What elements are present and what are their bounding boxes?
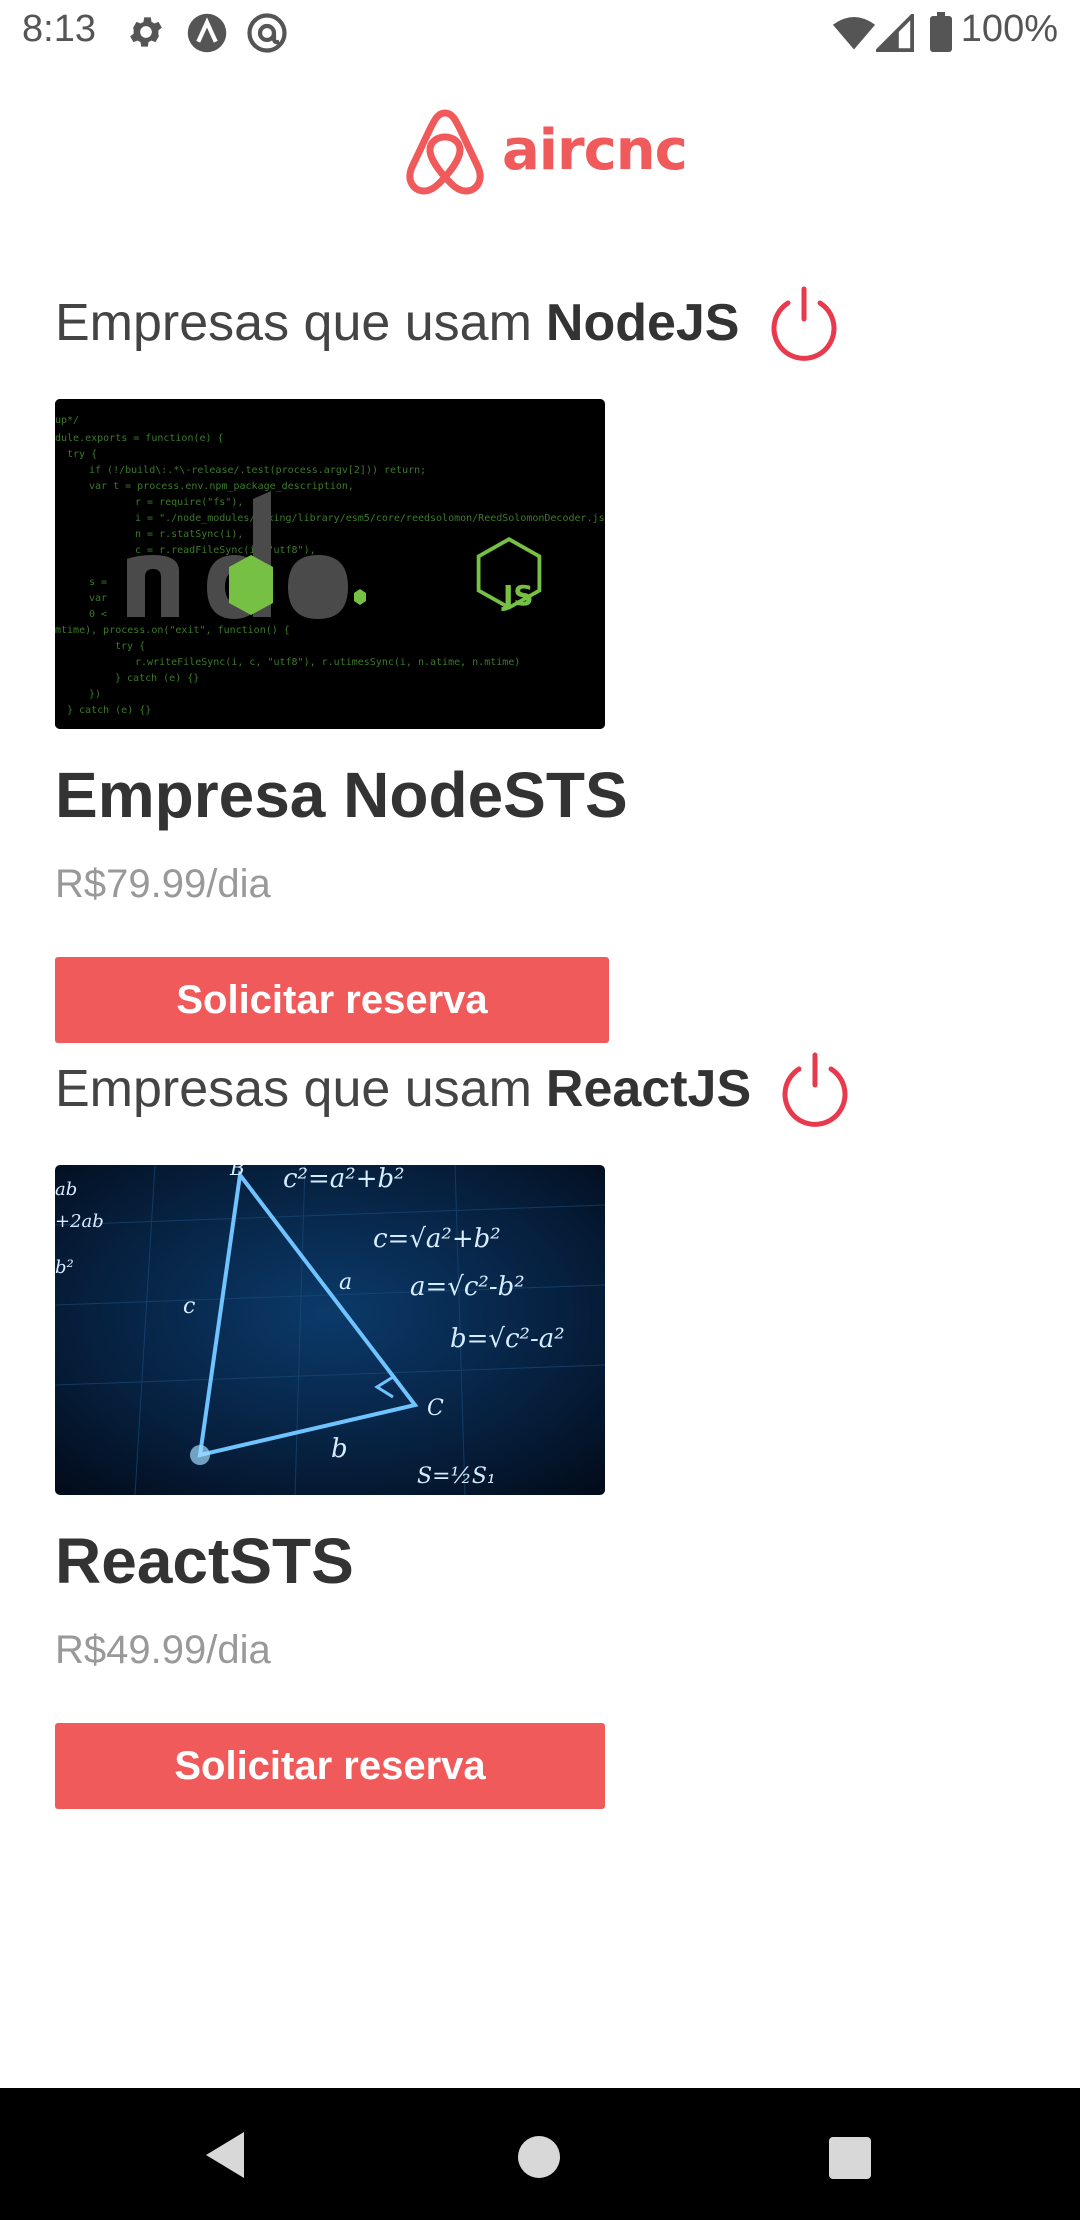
section-reactjs: Empresas que usam ReactJS — [55, 1049, 853, 1129]
power-icon[interactable] — [777, 1051, 853, 1127]
home-icon[interactable] — [518, 2136, 560, 2178]
status-bar: 8:13 100% — [0, 0, 1080, 70]
reserve-button-reactjs[interactable]: Solicitar reserva — [55, 1723, 605, 1809]
svg-text:mtime), process.on("exit", fun: mtime), process.on("exit", function() { — [55, 625, 290, 636]
section-heading-tech: ReactJS — [545, 1060, 752, 1118]
spot-price: R$79.99/dia — [55, 862, 271, 906]
gear-icon — [130, 17, 162, 47]
svg-text:a: a — [339, 1270, 352, 1295]
svg-text:JS: JS — [501, 579, 534, 612]
recents-icon[interactable] — [829, 2137, 871, 2179]
section-heading-prefix: Empresas que usam — [55, 1060, 532, 1118]
spot-price: R$49.99/dia — [55, 1628, 271, 1672]
svg-text:b: b — [331, 1434, 348, 1464]
at-circle-icon — [247, 13, 287, 53]
spot-name: ReactSTS — [55, 1525, 354, 1597]
svg-text:r.writeFileSync(i, c, "utf8"),: r.writeFileSync(i, c, "utf8"), r.utimesS… — [135, 657, 520, 668]
svg-text:if (!/build\:.*\-release/.test: if (!/build\:.*\-release/.test(process.a… — [89, 465, 426, 476]
svg-text:} catch (e) {}: } catch (e) {} — [115, 673, 199, 684]
system-nav-bar — [0, 2088, 1080, 2220]
nodejs-logo-icon: up*/ dule.exports = function(e) { try { … — [55, 399, 605, 729]
svg-text:b=√c²-a²: b=√c²-a² — [450, 1324, 565, 1354]
svg-text:c: c — [183, 1294, 195, 1319]
svg-text:n = r.statSync(i),: n = r.statSync(i), — [135, 529, 243, 540]
svg-text:c²=a²+b²: c²=a²+b² — [283, 1165, 405, 1194]
svg-text:ab: ab — [55, 1179, 77, 1200]
app-logo: aircnc — [402, 105, 688, 195]
svg-text:} catch (e) {}: } catch (e) {} — [67, 705, 151, 716]
svg-text:c=√a²+b²: c=√a²+b² — [373, 1224, 501, 1254]
svg-text:s =: s = — [89, 577, 107, 588]
spot-thumbnail-nodejs[interactable]: up*/ dule.exports = function(e) { try { … — [55, 399, 605, 729]
wifi-icon — [832, 16, 876, 50]
spot-name: Empresa NodeSTS — [55, 759, 628, 831]
svg-text:B: B — [229, 1165, 245, 1180]
svg-text:}): }) — [89, 689, 101, 700]
svg-text:0 <: 0 < — [89, 609, 107, 620]
section-heading-tech: NodeJS — [545, 294, 740, 352]
svg-text:var: var — [89, 593, 107, 604]
svg-text:dule.exports = function(e) {: dule.exports = function(e) { — [55, 433, 224, 444]
a-badge-icon — [187, 13, 227, 53]
svg-text:c = r.readFileSync(i, "utf8"),: c = r.readFileSync(i, "utf8"), — [135, 545, 316, 556]
svg-text:C: C — [427, 1396, 444, 1421]
section-heading-prefix: Empresas que usam — [55, 294, 532, 352]
section-heading: Empresas que usam NodeJS — [55, 283, 842, 363]
svg-text:r = require("fs"),: r = require("fs"), — [135, 497, 243, 508]
airbnb-logo-icon — [406, 109, 484, 195]
spot-thumbnail-reactjs[interactable]: B c²=a²+b² ab +2ab b² c=√a²+b² a=√c²-b² … — [55, 1165, 605, 1495]
svg-text:try {: try { — [67, 449, 97, 460]
back-icon[interactable] — [204, 2130, 248, 2180]
section-heading: Empresas que usam ReactJS — [55, 1049, 853, 1129]
svg-text:up*/: up*/ — [55, 415, 79, 426]
svg-text:S=½S₁: S=½S₁ — [417, 1464, 496, 1489]
svg-text:b²: b² — [55, 1257, 74, 1278]
svg-text:var t = process.env.npm_packag: var t = process.env.npm_package_descript… — [89, 481, 354, 492]
battery-icon — [930, 12, 952, 52]
svg-text:a=√c²-b²: a=√c²-b² — [410, 1272, 525, 1302]
math-triangle-image-icon: B c²=a²+b² ab +2ab b² c=√a²+b² a=√c²-b² … — [55, 1165, 605, 1495]
power-icon[interactable] — [766, 285, 842, 361]
battery-percentage: 100% — [960, 8, 1058, 50]
svg-text:i = "./node_modules/@zxing/lib: i = "./node_modules/@zxing/library/esm5/… — [135, 513, 605, 524]
reserve-button-nodejs[interactable]: Solicitar reserva — [55, 957, 609, 1043]
svg-text:+2ab: +2ab — [55, 1211, 104, 1232]
signal-icon — [876, 14, 914, 52]
status-time: 8:13 — [22, 8, 96, 50]
svg-text:try {: try { — [115, 641, 145, 652]
section-nodejs: Empresas que usam NodeJS — [55, 283, 842, 363]
logo-text: aircnc — [502, 117, 688, 183]
